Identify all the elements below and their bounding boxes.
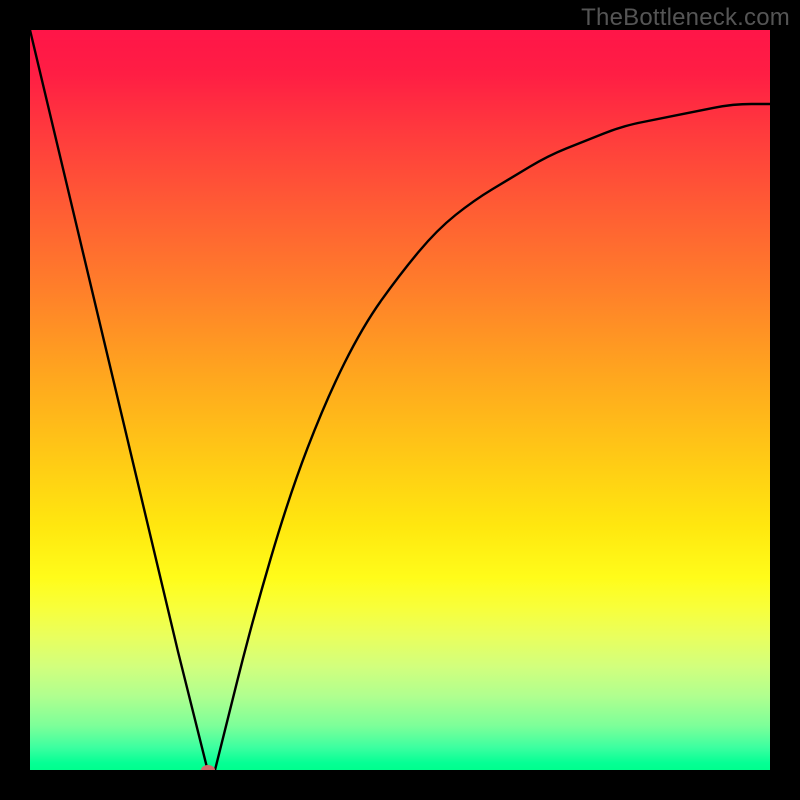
- chart-frame: TheBottleneck.com: [0, 0, 800, 800]
- bottleneck-curve: [30, 30, 770, 770]
- watermark-label: TheBottleneck.com: [581, 4, 790, 32]
- minimum-marker-icon: [201, 765, 215, 770]
- plot-area: [30, 30, 770, 770]
